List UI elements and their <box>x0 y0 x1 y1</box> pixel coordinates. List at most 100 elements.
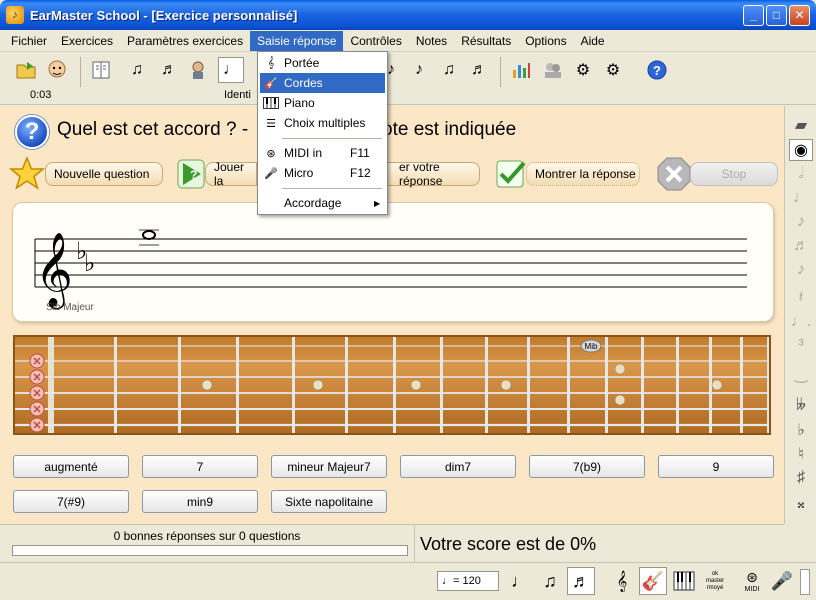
interval-icon[interactable]: ♫ <box>124 57 150 83</box>
scrollbar-handle[interactable] <box>800 569 810 595</box>
answer-7[interactable]: 7 <box>142 455 258 478</box>
dotted-note-icon[interactable]: ♩. <box>789 311 813 333</box>
menu-fichier[interactable]: Fichier <box>4 31 54 51</box>
ear-notes-icon[interactable]: ♫ <box>436 57 462 83</box>
eighth-note-icon[interactable]: ♪ <box>789 211 813 233</box>
menu-controles[interactable]: Contrôles <box>343 31 408 51</box>
sixteenth-note-icon[interactable]: ♬ <box>789 235 813 257</box>
stop-button[interactable]: Stop <box>690 162 778 186</box>
users-icon[interactable] <box>540 57 566 83</box>
settings-gear-icon[interactable]: ⚙ <box>570 57 596 83</box>
menu-resultats[interactable]: Résultats <box>454 31 518 51</box>
natural-icon[interactable]: ♮ <box>789 443 813 465</box>
answer-augmente[interactable]: augmenté <box>13 455 129 478</box>
menu-aide[interactable]: Aide <box>574 31 612 51</box>
answer-sixte-napolitaine[interactable]: Sixte napolitaine <box>271 490 387 513</box>
fretboard[interactable]: Mib <box>13 335 771 435</box>
new-question-button[interactable]: Nouvelle question <box>45 162 163 186</box>
muted-string-icon <box>29 401 45 417</box>
menu-saisie-reponse[interactable]: Saisie réponse <box>250 30 344 51</box>
menu-item-accordage[interactable]: Accordage ▶ <box>260 193 385 213</box>
svg-text:?: ? <box>190 168 197 182</box>
listener-icon[interactable] <box>186 57 212 83</box>
sixteenth-note-grouping-icon[interactable]: ♬ <box>567 567 595 595</box>
chord-notes-icon[interactable]: ♬ <box>156 57 182 83</box>
score-text: Votre score est de 0% <box>420 534 597 554</box>
toolbar: ♫ ♬ ♩ ♪ ♪ ♫ ♬ ⚙ ⚙ ? 0:03 Identi <box>0 53 816 105</box>
help-icon[interactable]: ? <box>644 57 670 83</box>
app-icon[interactable]: ♪ <box>6 6 24 24</box>
tempo-field[interactable]: ♩ = 120 <box>437 571 499 591</box>
correct-answers-summary: 0 bonnes réponses sur 0 questions <box>113 529 301 543</box>
chord-identification-icon[interactable]: ♩ <box>218 57 244 83</box>
menu-item-portee[interactable]: 𝄞 Portée <box>260 53 385 73</box>
statistics-icon[interactable] <box>508 57 534 83</box>
status-panel: 0 bonnes réponses sur 0 questions <box>0 524 414 562</box>
menu-parametres-exercices[interactable]: Paramètres exercices <box>120 31 250 51</box>
whole-note-icon <box>142 230 156 240</box>
answer-7sharp9[interactable]: 7(#9) <box>13 490 129 513</box>
answer-min9[interactable]: min9 <box>142 490 258 513</box>
play-icon: ? <box>174 156 208 192</box>
multiple-choice-input-icon[interactable]: ok master rmoyé <box>701 567 729 595</box>
quarter-note-icon[interactable]: ♩ <box>789 187 813 209</box>
menu-separator <box>282 188 382 189</box>
menu-item-micro[interactable]: 🎤 Micro F12 <box>260 163 385 183</box>
menu-notes[interactable]: Notes <box>409 31 454 51</box>
open-folder-icon[interactable] <box>13 57 39 83</box>
fretboard-strings <box>15 345 769 427</box>
sharp-icon[interactable]: ♯ <box>789 467 813 489</box>
thirty-second-note-icon[interactable]: ♪ <box>789 259 813 281</box>
triplet-icon[interactable]: ³ <box>789 335 813 357</box>
svg-text:♭: ♭ <box>84 249 95 277</box>
piano-input-icon[interactable] <box>670 567 698 595</box>
exercise-panel: ? Quel est cet accord ? - ote est indiqu… <box>0 106 784 524</box>
submit-answer-button[interactable]: er votre réponse <box>372 160 480 188</box>
ear-icon[interactable]: ♪ <box>406 57 432 83</box>
tie-icon[interactable]: ‿ <box>789 363 813 385</box>
half-note-icon[interactable]: 𝅗𝅥 <box>789 163 813 185</box>
menu-item-midi-in[interactable]: ⊛ MIDI in F11 <box>260 143 385 163</box>
answer-9[interactable]: 9 <box>658 455 774 478</box>
menu-item-choix-multiples[interactable]: ☰ Choix multiples <box>260 113 385 133</box>
menu-options[interactable]: Options <box>518 31 573 51</box>
answer-mineur-majeur7[interactable]: mineur Majeur7 <box>271 455 387 478</box>
title-bar[interactable]: ♪ EarMaster School - [Exercice personnal… <box>0 0 816 30</box>
play-question-button[interactable]: Jouer la <box>205 160 257 188</box>
double-flat-icon[interactable]: 𝄫 <box>789 395 813 417</box>
maximize-button[interactable]: □ <box>766 4 787 26</box>
teacher-icon[interactable] <box>44 57 70 83</box>
rhythm-icon[interactable]: ♬ <box>466 57 492 83</box>
eighth-note-grouping-icon[interactable]: ♫ <box>536 567 564 595</box>
eye-icon[interactable]: ◉ <box>789 139 813 161</box>
close-button[interactable]: ✕ <box>789 4 810 26</box>
staff-input-icon[interactable]: 𝄞 <box>608 567 636 595</box>
eraser-icon[interactable]: ▰ <box>789 114 813 136</box>
submenu-arrow-icon: ▶ <box>374 198 381 208</box>
note-value-sidebar: ▰ ◉ 𝅗𝅥 ♩ ♪ ♬ ♪ 𝄽 ♩. ³ ‿ 𝄫 ♭ ♮ ♯ 𝄪 <box>784 106 816 524</box>
staff-icon: 𝄞 <box>267 56 275 69</box>
book-icon[interactable] <box>88 57 114 83</box>
quarter-note-grouping-icon[interactable]: ♩ <box>506 567 534 595</box>
rest-icon[interactable]: 𝄽 <box>789 287 813 309</box>
midi-input-icon[interactable]: ⊛ MIDI <box>738 567 766 595</box>
muted-string-icon <box>29 385 45 401</box>
microphone-icon[interactable]: 🎤 <box>768 567 796 595</box>
double-sharp-icon[interactable]: 𝄪 <box>789 493 813 515</box>
guitar-input-icon[interactable]: 🎸 <box>639 567 667 595</box>
show-answer-button[interactable]: Montrer la réponse <box>526 162 640 186</box>
quarter-note-icon: ♩ <box>442 575 453 587</box>
question-tail: ote est indiquée <box>382 119 517 140</box>
star-icon <box>7 156 47 192</box>
muted-string-icon <box>29 369 45 385</box>
piano-icon <box>262 95 280 111</box>
answer-dim7[interactable]: dim7 <box>400 455 516 478</box>
score-panel: Votre score est de 0% <box>414 524 784 562</box>
menu-exercices[interactable]: Exercices <box>54 31 120 51</box>
tools-icon[interactable]: ⚙ <box>600 57 626 83</box>
menu-item-cordes[interactable]: 🎸 Cordes <box>260 73 385 93</box>
minimize-button[interactable]: _ <box>743 4 764 26</box>
flat-icon[interactable]: ♭ <box>789 419 813 441</box>
menu-item-piano[interactable]: Piano <box>260 93 385 113</box>
answer-7b9[interactable]: 7(b9) <box>529 455 645 478</box>
